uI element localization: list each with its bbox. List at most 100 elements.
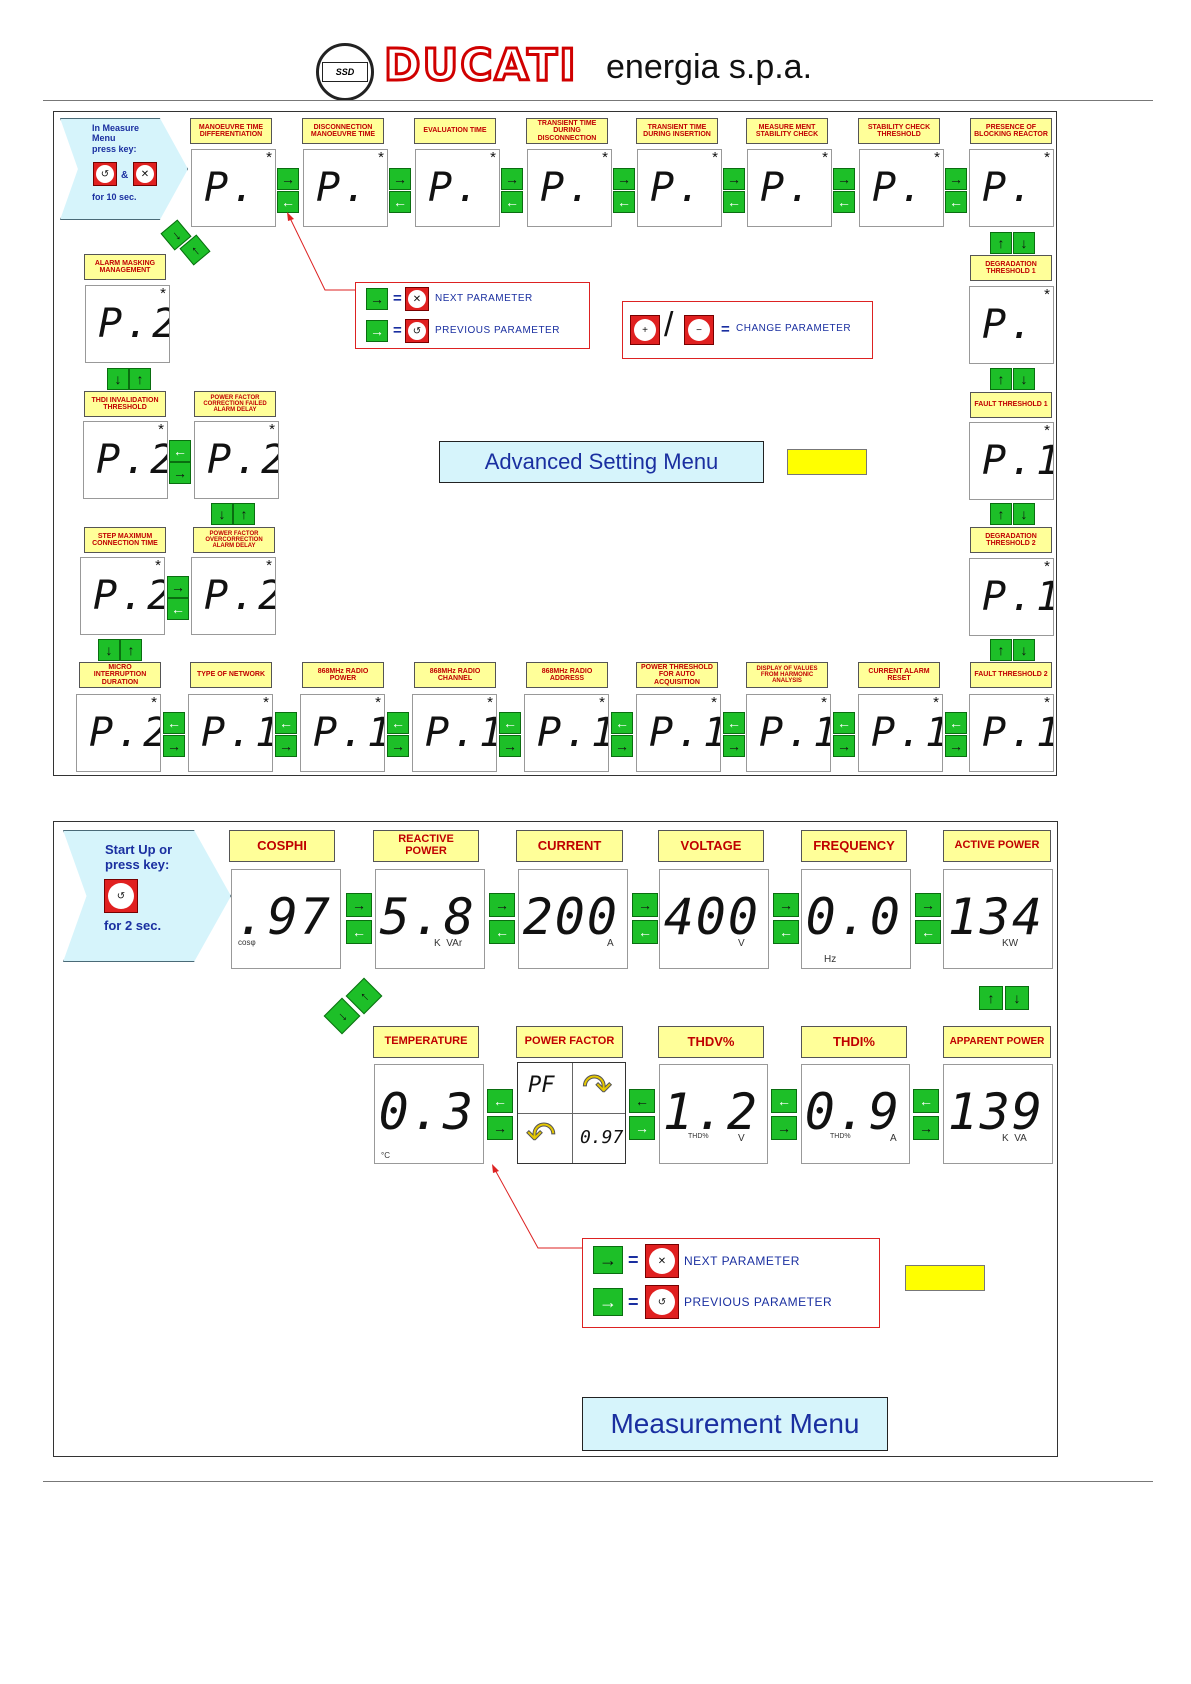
next-arrow-p16[interactable]: → [611, 735, 633, 757]
display-temperature[interactable]: 30.3 °C [374, 1064, 484, 1164]
display-p8[interactable]: *P. 8 [969, 149, 1054, 227]
display-voltage[interactable]: 400 V [659, 869, 769, 969]
prev-arrow-p21[interactable]: ← [167, 598, 189, 620]
display-p7[interactable]: *P. 7 [859, 149, 944, 227]
back-key-icon[interactable]: ↺ [93, 162, 117, 186]
down-arrow-active[interactable]: ↓ [1005, 986, 1029, 1010]
prev-arrow-p20[interactable]: ← [163, 712, 185, 734]
display-p6[interactable]: *P. 6 [747, 149, 832, 227]
prev-arrow-voltage[interactable]: ← [773, 920, 799, 944]
prev-arrow-p17[interactable]: ← [499, 712, 521, 734]
display-thdv[interactable]: 1.2 THD% V [659, 1064, 768, 1164]
display-frequency[interactable]: 50.0 Hz [801, 869, 911, 969]
next-arrow-p14[interactable]: → [833, 735, 855, 757]
display-p23[interactable]: *P.23 [194, 421, 279, 499]
display-p19[interactable]: *P.19 [188, 694, 273, 772]
display-p4[interactable]: *P. 4 [527, 149, 612, 227]
display-apparent[interactable]: 139 K VA [943, 1064, 1053, 1164]
down-arrow-p23[interactable]: ↓ [211, 503, 233, 525]
prev-arrow-p18[interactable]: ← [387, 712, 409, 734]
prev-arrow-p5[interactable]: ← [723, 191, 745, 213]
prev-arrow-p7[interactable]: ← [945, 191, 967, 213]
prev-arrow-p14[interactable]: ← [833, 712, 855, 734]
prev-arrow-pf[interactable]: ← [629, 1089, 655, 1113]
display-p17[interactable]: *P.17 [412, 694, 497, 772]
up-arrow-p11[interactable]: ↑ [990, 639, 1012, 661]
down-arrow-p8[interactable]: ↓ [1013, 232, 1035, 254]
display-p22[interactable]: *P.22 [191, 557, 276, 635]
display-p18[interactable]: *P.18 [300, 694, 385, 772]
display-pf[interactable]: PF ↷ ↶ 0.97 [517, 1062, 626, 1164]
up-arrow-p10[interactable]: ↑ [990, 503, 1012, 525]
prev-arrow-p13[interactable]: ← [945, 712, 967, 734]
display-p16[interactable]: *P.16 [524, 694, 609, 772]
next-arrow-temperature[interactable]: → [487, 1116, 513, 1140]
prev-arrow-reactive[interactable]: ← [489, 920, 515, 944]
next-arrow-p21[interactable]: → [167, 576, 189, 598]
start-back-key-icon[interactable]: ↺ [104, 879, 138, 913]
display-reactive[interactable]: 35.8 K VAr [375, 869, 485, 969]
next-arrow-p3[interactable]: → [501, 168, 523, 190]
up-arrow-p21[interactable]: ↑ [120, 639, 142, 661]
next-arrow-frequency[interactable]: → [915, 893, 941, 917]
down-arrow-p11[interactable]: ↓ [1013, 639, 1035, 661]
next-arrow-p5[interactable]: → [723, 168, 745, 190]
next-arrow-p19[interactable]: → [275, 735, 297, 757]
prev-arrow-frequency[interactable]: ← [915, 920, 941, 944]
display-thdi[interactable]: 0.9 THD% A [801, 1064, 910, 1164]
prev-arrow-p19[interactable]: ← [275, 712, 297, 734]
prev-arrow-current[interactable]: ← [632, 920, 658, 944]
next-arrow-pf[interactable]: → [629, 1116, 655, 1140]
next-arrow-p1[interactable]: → [277, 168, 299, 190]
display-p24[interactable]: *P.24 [83, 421, 168, 499]
next-arrow-cosphi[interactable]: → [346, 893, 372, 917]
prev-arrow-p3[interactable]: ← [501, 191, 523, 213]
down-arrow-p9[interactable]: ↓ [1013, 368, 1035, 390]
display-p9[interactable]: *P. 9 [969, 286, 1054, 364]
down-arrow-p21[interactable]: ↓ [98, 639, 120, 661]
next-arrow-thdv[interactable]: → [771, 1116, 797, 1140]
prev-arrow-p15[interactable]: ← [723, 712, 745, 734]
next-arrow-thdi[interactable]: → [913, 1116, 939, 1140]
next-arrow-p13[interactable]: → [945, 735, 967, 757]
prev-arrow-p24[interactable]: ← [169, 440, 191, 462]
next-arrow-voltage[interactable]: → [773, 893, 799, 917]
display-p10[interactable]: *P.10 [969, 422, 1054, 500]
next-arrow-p15[interactable]: → [723, 735, 745, 757]
display-p15[interactable]: *P.15 [636, 694, 721, 772]
next-arrow-p4[interactable]: → [613, 168, 635, 190]
prev-arrow-thdi[interactable]: ← [913, 1089, 939, 1113]
next-arrow-p24[interactable]: → [169, 462, 191, 484]
next-arrow-p2[interactable]: → [389, 168, 411, 190]
next-arrow-p18[interactable]: → [387, 735, 409, 757]
up-arrow-p23[interactable]: ↑ [233, 503, 255, 525]
display-p11[interactable]: *P.11 [969, 558, 1054, 636]
display-p14[interactable]: *P.14 [746, 694, 831, 772]
prev-arrow-p4[interactable]: ← [613, 191, 635, 213]
down-arrow-p10[interactable]: ↓ [1013, 503, 1035, 525]
next-arrow-p6[interactable]: → [833, 168, 855, 190]
up-arrow-p25[interactable]: ↑ [129, 368, 151, 390]
menu-key-icon[interactable]: ✕ [133, 162, 157, 186]
display-p25[interactable]: *P.25 [85, 285, 170, 363]
display-p20[interactable]: *P.20 [76, 694, 161, 772]
display-p21[interactable]: *P.21 [80, 557, 165, 635]
up-arrow-active[interactable]: ↑ [979, 986, 1003, 1010]
prev-arrow-p6[interactable]: ← [833, 191, 855, 213]
display-p12[interactable]: *P.12 [969, 694, 1054, 772]
up-arrow-p9[interactable]: ↑ [990, 368, 1012, 390]
next-arrow-p20[interactable]: → [163, 735, 185, 757]
display-active[interactable]: 134 KW [943, 869, 1053, 969]
next-arrow-reactive[interactable]: → [489, 893, 515, 917]
display-p1[interactable]: *P. 1 [191, 149, 276, 227]
down-arrow-p25[interactable]: ↓ [107, 368, 129, 390]
prev-arrow-thdv[interactable]: ← [771, 1089, 797, 1113]
display-current[interactable]: 200 A [518, 869, 628, 969]
display-p13[interactable]: *P.13 [858, 694, 943, 772]
next-arrow-current[interactable]: → [632, 893, 658, 917]
next-arrow-p17[interactable]: → [499, 735, 521, 757]
next-arrow-p7[interactable]: → [945, 168, 967, 190]
prev-arrow-temperature[interactable]: ← [487, 1089, 513, 1113]
up-arrow-p8[interactable]: ↑ [990, 232, 1012, 254]
display-p3[interactable]: *P. 3 [415, 149, 500, 227]
